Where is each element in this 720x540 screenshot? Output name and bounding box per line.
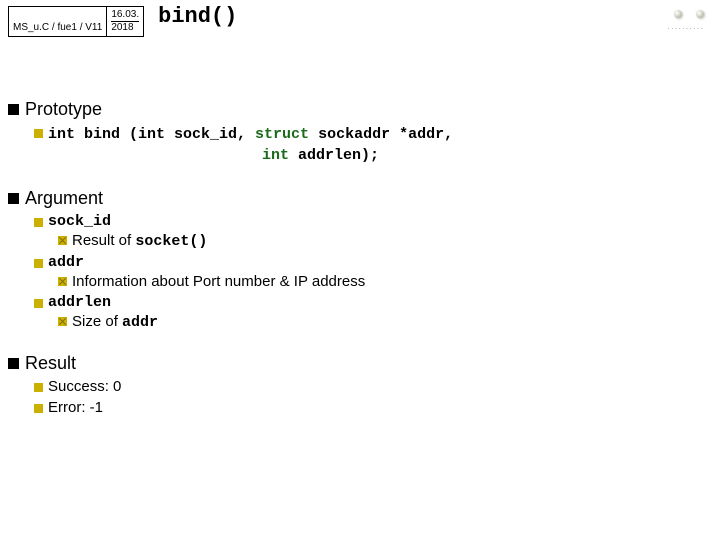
date-cell: 16.03. 2018	[107, 7, 143, 36]
date-bottom: 2018	[111, 21, 139, 34]
date-top: 16.03.	[111, 9, 139, 21]
bullet-x-icon	[58, 236, 67, 245]
dot-icon	[674, 10, 682, 18]
meta-box: MS_u.C / fue1 / V11 16.03. 2018	[8, 6, 144, 37]
result-item: Error: -1	[34, 399, 704, 416]
arg-desc-text: Size of addr	[72, 313, 158, 331]
arg-item: addrlen	[34, 294, 704, 311]
arg-desc: Result of socket()	[58, 232, 704, 250]
proto-part: sockaddr *addr,	[309, 126, 453, 143]
page-title: bind()	[158, 4, 237, 29]
course-code: MS_u.C / fue1 / V11	[9, 7, 107, 36]
bullet-sub-icon	[34, 299, 43, 308]
proto-part: int bind (int sock_id,	[48, 126, 255, 143]
bullet-sub-icon	[34, 218, 43, 227]
proto-keyword: int	[262, 147, 289, 164]
bullet-x-icon	[58, 317, 67, 326]
arg-name: addrlen	[48, 294, 111, 311]
section-result: Result Success: 0 Error: -1	[8, 353, 704, 416]
decorative-dots: ··········	[667, 10, 704, 33]
heading-result: Result	[8, 353, 704, 374]
dash-line: ··········	[667, 24, 704, 33]
text: Size of	[72, 313, 122, 330]
bullet-square-icon	[8, 104, 19, 115]
section-prototype: Prototype int bind (int sock_id, struct …	[8, 99, 704, 166]
header: MS_u.C / fue1 / V11 16.03. 2018 bind()	[0, 0, 720, 37]
heading-text: Result	[25, 353, 76, 374]
arg-name: sock_id	[48, 213, 111, 230]
bullet-sub-icon	[34, 259, 43, 268]
bullet-sub-icon	[34, 383, 43, 392]
heading-text: Argument	[25, 188, 103, 209]
arg-desc: Size of addr	[58, 313, 704, 331]
arg-desc-text: Information about Port number & IP addre…	[72, 273, 365, 290]
code-text: socket()	[135, 233, 207, 250]
heading-argument: Argument	[8, 188, 704, 209]
heading-prototype: Prototype	[8, 99, 704, 120]
bullet-square-icon	[8, 193, 19, 204]
arg-item: addr	[34, 254, 704, 271]
content: Prototype int bind (int sock_id, struct …	[0, 99, 720, 416]
bullet-sub-icon	[34, 404, 43, 413]
text: Result of	[72, 232, 135, 249]
bullet-sub-icon	[34, 129, 43, 138]
prototype-code: int bind (int sock_id, struct sockaddr *…	[34, 124, 704, 166]
proto-keyword: struct	[255, 126, 309, 143]
result-text: Error: -1	[48, 399, 103, 416]
arg-desc-text: Result of socket()	[72, 232, 207, 250]
result-item: Success: 0	[34, 378, 704, 395]
dot-icon	[696, 10, 704, 18]
bullet-square-icon	[8, 358, 19, 369]
bullet-x-icon	[58, 277, 67, 286]
result-text: Success: 0	[48, 378, 121, 395]
section-argument: Argument sock_id Result of socket() addr…	[8, 188, 704, 331]
heading-text: Prototype	[25, 99, 102, 120]
proto-part: addrlen);	[289, 147, 379, 164]
code-text: addr	[122, 314, 158, 331]
prototype-lines: int bind (int sock_id, struct sockaddr *…	[48, 124, 453, 166]
arg-desc: Information about Port number & IP addre…	[58, 273, 704, 290]
arg-item: sock_id	[34, 213, 704, 230]
arg-name: addr	[48, 254, 84, 271]
